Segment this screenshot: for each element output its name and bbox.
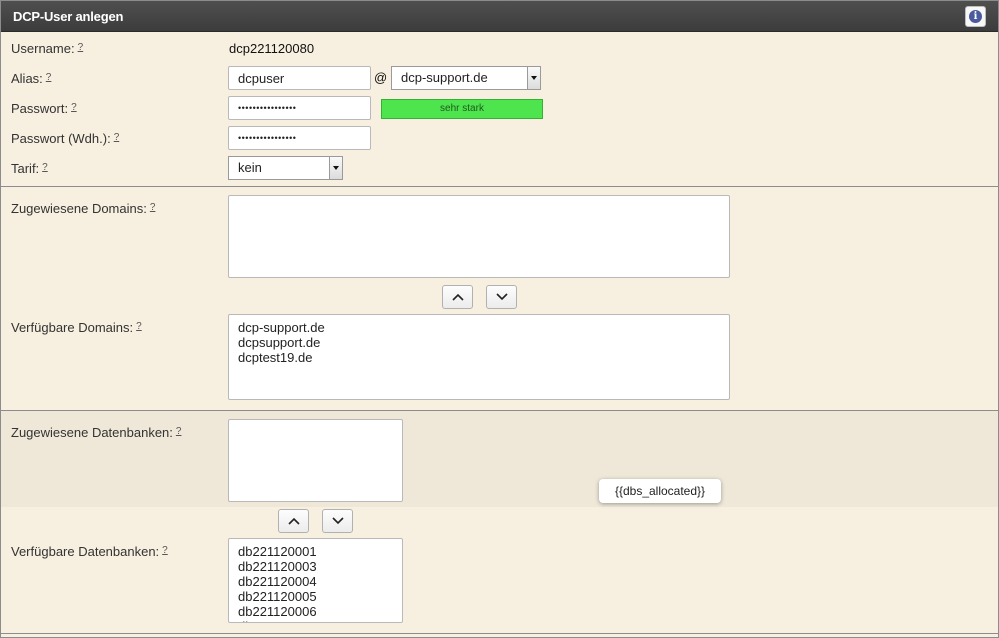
dropdown-arrow-icon	[329, 157, 342, 179]
username-label: Username:?	[11, 41, 84, 56]
username-value: dcp221120080	[229, 41, 315, 56]
assigned-domains-label: Zugewiesene Domains:?	[11, 201, 156, 216]
available-domains-label: Verfügbare Domains:?	[11, 320, 142, 335]
info-icon: i	[969, 10, 982, 23]
available-domains-list[interactable]: dcp-support.de dcpsupport.de dcptest19.d…	[228, 314, 730, 400]
help-marker[interactable]: ?	[42, 162, 48, 173]
help-marker[interactable]: ?	[162, 545, 168, 556]
list-item[interactable]: db221120003	[238, 559, 393, 574]
alias-domain-selected: dcp-support.de	[401, 70, 488, 85]
move-domain-up-button[interactable]	[442, 285, 473, 309]
tariff-select[interactable]: kein	[228, 156, 343, 180]
help-marker[interactable]: ?	[78, 42, 84, 53]
list-item[interactable]: db221120006	[238, 604, 393, 619]
tariff-selected: kein	[238, 160, 262, 175]
help-marker[interactable]: ?	[71, 102, 77, 113]
assigned-domains-list[interactable]	[228, 195, 730, 278]
section-divider	[1, 633, 998, 634]
password-repeat-label: Passwort (Wdh.):?	[11, 131, 120, 146]
alias-input[interactable]: dcpuser	[228, 66, 371, 90]
move-domain-down-button[interactable]	[486, 285, 517, 309]
assigned-databases-label: Zugewiesene Datenbanken:?	[11, 425, 182, 440]
tariff-label: Tarif:?	[11, 161, 48, 176]
section-divider	[1, 186, 998, 187]
dialog-title: DCP-User anlegen	[13, 9, 124, 24]
list-item[interactable]: db221120007	[238, 619, 393, 622]
help-marker[interactable]: ?	[114, 132, 120, 143]
list-item[interactable]: db221120004	[238, 574, 393, 589]
tooltip: {{dbs_allocated}}	[599, 479, 721, 503]
chevron-down-icon	[332, 517, 344, 525]
chevron-down-icon	[496, 293, 508, 301]
password-label: Passwort:?	[11, 101, 77, 116]
help-marker[interactable]: ?	[46, 72, 52, 83]
alias-domain-select[interactable]: dcp-support.de	[391, 66, 541, 90]
password-strength-indicator: sehr stark	[381, 99, 543, 119]
list-item[interactable]: dcp-support.de	[238, 320, 720, 335]
alias-label: Alias:?	[11, 71, 52, 86]
password-input[interactable]: ••••••••••••••••	[228, 96, 371, 120]
move-database-down-button[interactable]	[322, 509, 353, 533]
list-item[interactable]: dcptest19.de	[238, 350, 720, 365]
password-repeat-input[interactable]: ••••••••••••••••	[228, 126, 371, 150]
help-marker[interactable]: ?	[150, 202, 156, 213]
help-marker[interactable]: ?	[176, 426, 182, 437]
available-databases-label: Verfügbare Datenbanken:?	[11, 544, 168, 559]
info-button[interactable]: i	[965, 6, 986, 27]
assigned-databases-list[interactable]	[228, 419, 403, 502]
available-databases-list[interactable]: db221120001 db221120003 db221120004 db22…	[228, 538, 403, 623]
list-item[interactable]: db221120005	[238, 589, 393, 604]
title-bar: DCP-User anlegen i	[1, 1, 998, 32]
move-database-up-button[interactable]	[278, 509, 309, 533]
chevron-up-icon	[288, 517, 300, 525]
at-sign: @	[374, 70, 388, 85]
dialog-window: DCP-User anlegen i Username:? dcp2211200…	[0, 0, 999, 638]
dropdown-arrow-icon	[527, 67, 540, 89]
help-marker[interactable]: ?	[136, 321, 142, 332]
list-item[interactable]: db221120001	[238, 544, 393, 559]
list-item[interactable]: dcpsupport.de	[238, 335, 720, 350]
chevron-up-icon	[452, 293, 464, 301]
